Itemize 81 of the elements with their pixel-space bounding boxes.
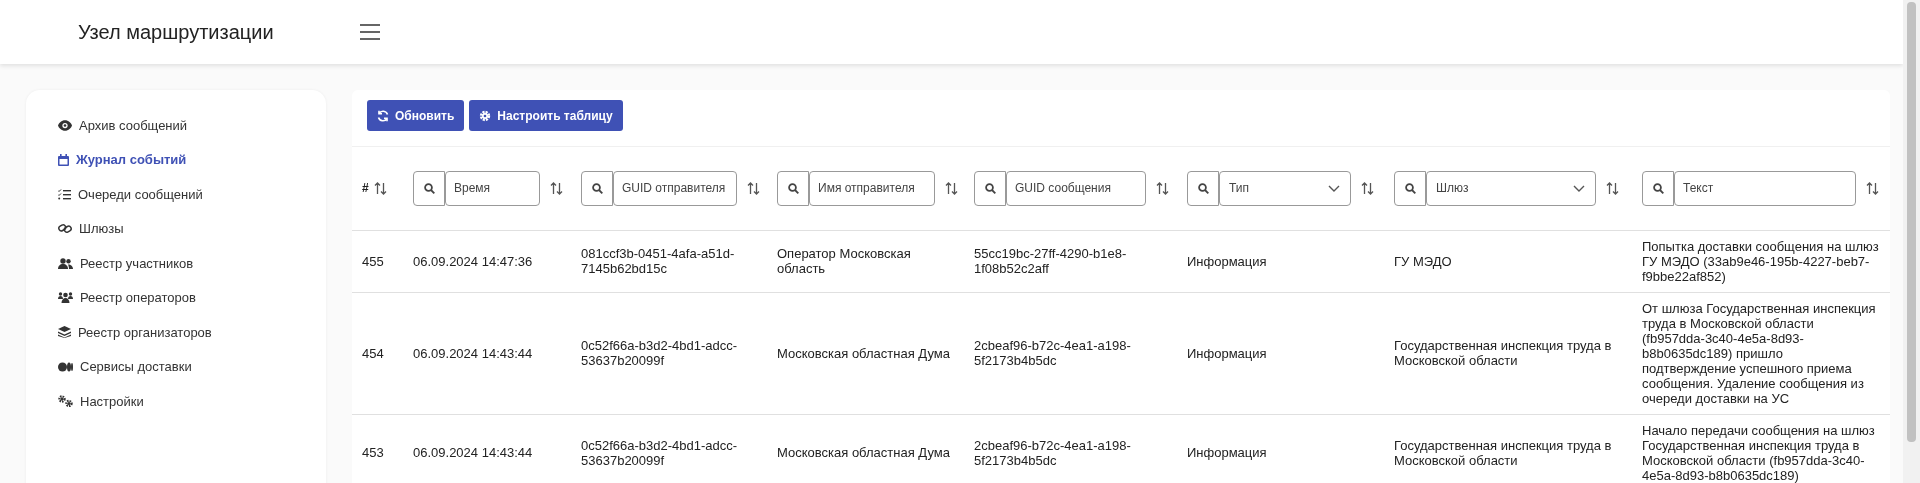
filter-dropdown[interactable]: Шлюз (1426, 170, 1596, 206)
refresh-button[interactable]: Обновить (367, 100, 465, 131)
gears-icon (58, 395, 73, 408)
search-button[interactable] (1187, 170, 1219, 206)
sort-icon[interactable] (1606, 181, 1619, 195)
filter-field[interactable]: GUID сообщения (1006, 170, 1146, 206)
table-cell: Московская областная Дума (774, 414, 971, 483)
sort-icon[interactable] (945, 181, 958, 195)
table-cell: 2cbeaf96-b72c-4ea1-a198-5f2173b4b5dc (971, 292, 1184, 414)
table-cell: 0c52f66a-b3d2-4bd1-adcc-53637b20099f (578, 414, 774, 483)
menu-icon[interactable] (360, 24, 380, 40)
search-button[interactable] (974, 170, 1006, 206)
table-cell: От шлюза Государственная инспекция труда в Московской области (fb957dda-3c40-4e5a-8d93-b8b0635dc189) пришло подтверждение успешного приема сообщения. Удаление сообщения из очереди доставки на УС (1639, 292, 1890, 414)
configure-table-button[interactable]: Настроить таблицу (469, 100, 623, 131)
sidebar-item[interactable]: Настройки (58, 384, 144, 419)
table-cell: 06.09.2024 14:43:44 (410, 414, 578, 483)
users-icon (58, 257, 73, 269)
sidebar-item[interactable]: Реестр организаторов (58, 315, 212, 350)
sort-icon[interactable] (373, 181, 387, 195)
table-cell: 06.09.2024 14:47:36 (410, 230, 578, 292)
refresh-icon (377, 109, 389, 122)
search-icon (591, 182, 603, 194)
search-button[interactable] (777, 170, 809, 206)
search-icon (787, 182, 799, 194)
table-cell: Попытка доставки сообщения на шлюз ГУ МЭДО (33ab9e46-195b-4227-beb7-f9bbe22af852) (1639, 230, 1890, 292)
search-icon (984, 182, 996, 194)
search-icon (1652, 182, 1664, 194)
app-title: Узел маршрутизации (78, 20, 275, 45)
table-cell: Информация (1184, 230, 1391, 292)
search-icon (1197, 182, 1209, 194)
search-button[interactable] (1642, 170, 1674, 206)
table-cell: Информация (1184, 414, 1391, 483)
table-cell: 0c52f66a-b3d2-4bd1-adcc-53637b20099f (578, 292, 774, 414)
settings-icon (479, 109, 492, 122)
search-button[interactable] (581, 170, 613, 206)
table-cell: Начало передачи сообщения на шлюз Государственная инспекция труда в Московской области (fb957dda-3c40-4e5a-8d93-b8b0635dc189) (1639, 414, 1890, 483)
filter-field[interactable]: Текст (1674, 170, 1856, 206)
sort-icon[interactable] (1361, 181, 1374, 195)
sidebar-item[interactable]: Очереди сообщений (58, 177, 203, 212)
table-cell: Информация (1184, 292, 1391, 414)
sidebar-item[interactable]: Сервисы доставки (58, 349, 192, 384)
sort-icon[interactable] (747, 181, 760, 195)
sort-icon[interactable] (1866, 181, 1879, 195)
eye-icon (58, 119, 72, 131)
table-cell: 454 (352, 292, 410, 414)
table-cell: Государственная инспекция труда в Московской области (1391, 292, 1639, 414)
chevron-icon (1573, 184, 1585, 192)
table-cell: Оператор Московская область (774, 230, 971, 292)
column-header: # (362, 180, 369, 198)
filter-dropdown[interactable]: Тип (1219, 170, 1351, 206)
calendar-icon (58, 153, 69, 166)
search-icon (423, 182, 435, 194)
sidebar-item[interactable]: Журнал событий (58, 142, 187, 177)
sidebar-item[interactable]: Реестр операторов (58, 280, 196, 315)
search-icon (1404, 182, 1416, 194)
sidebar-item[interactable]: Архив сообщений (58, 108, 188, 143)
table-cell: ГУ МЭДО (1391, 230, 1639, 292)
table-cell: 453 (352, 414, 410, 483)
table-cell: 06.09.2024 14:43:44 (410, 292, 578, 414)
table-cell: 55cc19bc-27ff-4290-b1e8-1f08b52c2aff (971, 230, 1184, 292)
checklist-icon (58, 188, 71, 200)
chevron-icon (1328, 184, 1340, 192)
sort-icon[interactable] (1156, 181, 1169, 195)
table-cell: Московская областная Дума (774, 292, 971, 414)
layers-icon (58, 326, 71, 339)
table-cell: 081ccf3b-0451-4afa-a51d-7145b62bd15c (578, 230, 774, 292)
sort-icon[interactable] (550, 181, 563, 195)
sidebar-item[interactable]: Реестр участников (58, 246, 194, 281)
table-cell: 455 (352, 230, 410, 292)
filter-field[interactable]: Имя отправителя (809, 170, 935, 206)
link-icon (58, 223, 72, 235)
filter-field[interactable]: Время (445, 170, 540, 206)
table-cell: 2cbeaf96-b72c-4ea1-a198-5f2173b4b5dc (971, 414, 1184, 483)
dots-icon (58, 361, 73, 372)
user-group-icon (58, 292, 73, 304)
search-button[interactable] (1394, 170, 1426, 206)
table-cell: Государственная инспекция труда в Московской области (1391, 414, 1639, 483)
search-button[interactable] (413, 170, 445, 206)
filter-field[interactable]: GUID отправителя (613, 170, 737, 206)
scrollbar[interactable] (1903, 0, 1920, 483)
sidebar-item[interactable]: Шлюзы (58, 211, 124, 246)
